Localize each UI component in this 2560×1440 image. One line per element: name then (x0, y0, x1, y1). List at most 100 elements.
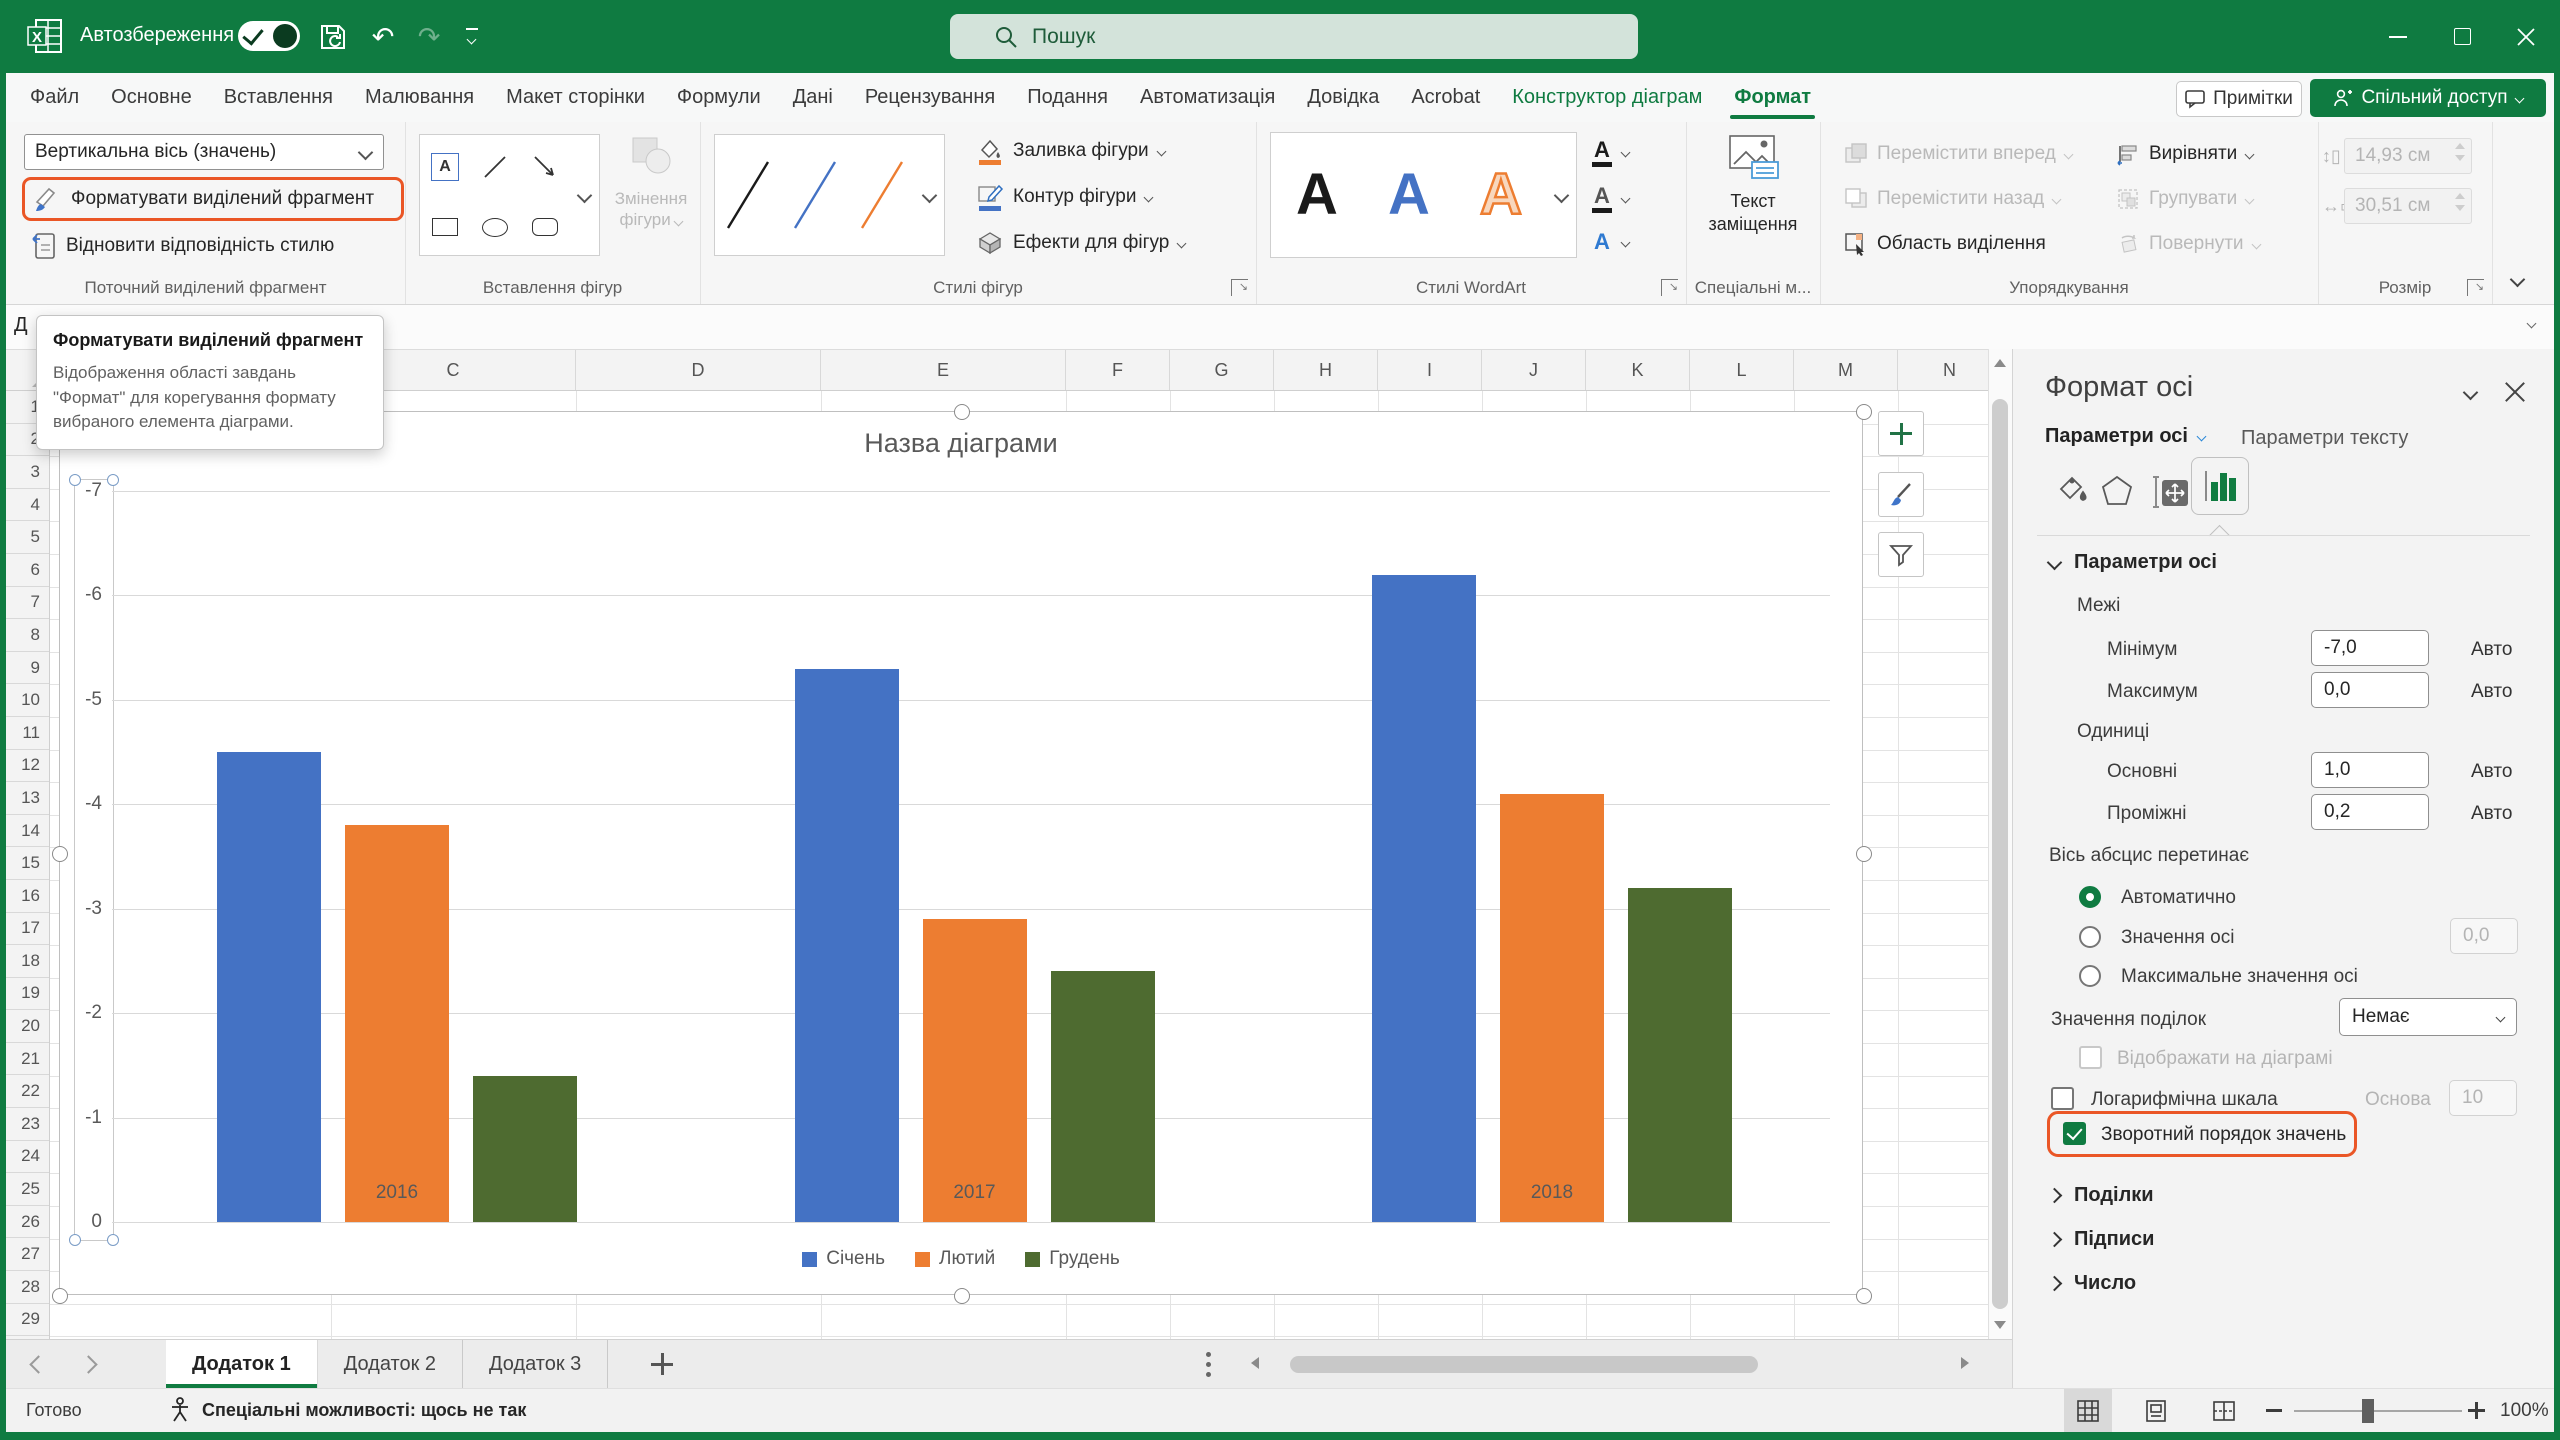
text-fill-button[interactable]: A (1592, 138, 1629, 167)
fill-line-icon[interactable] (2053, 473, 2089, 509)
minor-auto-button[interactable]: Авто (2471, 803, 2512, 825)
search-input[interactable]: Пошук (950, 14, 1638, 59)
major-unit-input[interactable]: 1,0 (2311, 752, 2429, 788)
row-header[interactable]: 17 (6, 913, 49, 946)
column-header[interactable]: M (1794, 349, 1898, 391)
row-header[interactable]: 20 (6, 1010, 49, 1043)
shape-fill-button[interactable]: Заливка фігури (976, 136, 1165, 166)
collapse-ribbon-icon[interactable] (2510, 272, 2526, 288)
ribbon-tab[interactable]: Автоматизація (1124, 73, 1291, 122)
row-header[interactable]: 5 (6, 521, 49, 554)
bar-Лютий-2016[interactable] (345, 825, 449, 1222)
row-header[interactable]: 6 (6, 554, 49, 587)
zoom-out-icon[interactable] (2266, 1409, 2282, 1412)
oval-shape-icon[interactable] (470, 200, 520, 256)
chart-selection-handle[interactable] (954, 1288, 970, 1304)
sheet-menu-icon[interactable] (1206, 1352, 1212, 1382)
chart-styles-button[interactable] (1878, 472, 1924, 517)
alt-text-button[interactable]: Текст заміщення (1686, 134, 1820, 235)
share-button[interactable]: Спільний доступ (2310, 79, 2546, 117)
row-header[interactable]: 19 (6, 978, 49, 1011)
rounded-rectangle-shape-icon[interactable] (520, 200, 570, 256)
bar-Січень-2016[interactable] (217, 752, 321, 1222)
row-header[interactable]: 15 (6, 847, 49, 880)
y-axis-tick-label[interactable]: -7 (60, 480, 102, 502)
zoom-slider-track[interactable] (2294, 1410, 2462, 1412)
undo-icon[interactable]: ↶ (366, 20, 400, 54)
line-style-black[interactable] (715, 135, 782, 255)
page-layout-view-button[interactable] (2132, 1389, 2180, 1432)
section-Поділки[interactable]: Поділки (2049, 1184, 2154, 1207)
column-header[interactable]: K (1586, 349, 1690, 391)
legend-item[interactable]: Лютий (915, 1248, 995, 1270)
ribbon-tab[interactable]: Рецензування (849, 73, 1011, 122)
row-header[interactable]: 29 (6, 1304, 49, 1337)
legend-item[interactable]: Січень (802, 1248, 885, 1270)
column-header[interactable]: D (576, 349, 821, 391)
row-header[interactable]: 10 (6, 684, 49, 717)
chart-selection-handle[interactable] (1856, 1288, 1872, 1304)
column-header[interactable]: L (1690, 349, 1794, 391)
ribbon-tab[interactable]: Подання (1011, 73, 1124, 122)
row-header[interactable]: 8 (6, 619, 49, 652)
ribbon-tab[interactable]: Конструктор діаграм (1496, 73, 1718, 122)
y-axis-tick-label[interactable]: -1 (60, 1107, 102, 1129)
shape-effects-button[interactable]: Ефекти для фігур (976, 228, 1185, 258)
bar-Січень-2017[interactable] (795, 669, 899, 1222)
row-header[interactable]: 9 (6, 652, 49, 685)
column-header[interactable]: N (1898, 349, 1988, 391)
log-scale-checkbox[interactable] (2051, 1087, 2074, 1110)
close-button[interactable] (2494, 0, 2558, 73)
vertical-scrollbar[interactable] (1988, 349, 2012, 1339)
scrollbar-thumb[interactable] (1992, 399, 2008, 1309)
max-input[interactable]: 0,0 (2311, 672, 2429, 708)
section-Число[interactable]: Число (2049, 1272, 2136, 1295)
more-styles-button[interactable] (914, 134, 945, 256)
format-selection-button[interactable]: Форматувати виділений фрагмент (22, 177, 404, 221)
y-axis-tick-label[interactable]: -5 (60, 689, 102, 711)
radio-axis-value[interactable] (2079, 926, 2101, 948)
row-header[interactable]: 13 (6, 782, 49, 815)
min-auto-button[interactable]: Авто (2471, 639, 2512, 661)
chart-selection-handle[interactable] (52, 1288, 68, 1304)
row-header[interactable]: 7 (6, 587, 49, 620)
row-header[interactable]: 12 (6, 750, 49, 783)
max-auto-button[interactable]: Авто (2471, 681, 2512, 703)
column-header[interactable]: E (821, 349, 1066, 391)
column-header[interactable]: I (1378, 349, 1482, 391)
row-header[interactable]: 4 (6, 489, 49, 522)
panel-tab-axis-options[interactable]: Параметри осі (2045, 425, 2205, 448)
sheet-tab[interactable]: Додаток 3 (463, 1340, 608, 1388)
chart-selection-handle[interactable] (52, 846, 68, 862)
panel-tab-text-options[interactable]: Параметри тексту (2241, 427, 2408, 450)
section-Підписи[interactable]: Підписи (2049, 1228, 2154, 1251)
display-units-dropdown[interactable]: Немає (2339, 998, 2517, 1036)
category-label[interactable]: 2016 (327, 1182, 467, 1204)
reset-style-button[interactable]: Відновити відповідність стилю (22, 228, 404, 264)
row-header[interactable]: 25 (6, 1173, 49, 1206)
dialog-launcher-icon[interactable]: ↘ (1231, 279, 1248, 296)
bar-Грудень-2018[interactable] (1628, 888, 1732, 1222)
column-header[interactable]: J (1482, 349, 1586, 391)
arrow-shape-icon[interactable] (520, 135, 570, 200)
align-button[interactable]: Вирівняти (2116, 138, 2253, 170)
panel-close-icon[interactable] (2504, 379, 2526, 401)
row-header[interactable]: 16 (6, 880, 49, 913)
ribbon-tab[interactable]: Формат (1718, 73, 1827, 122)
row-header[interactable]: 24 (6, 1141, 49, 1174)
major-auto-button[interactable]: Авто (2471, 761, 2512, 783)
chart-element-dropdown[interactable]: Вертикальна вісь (значень) (24, 134, 384, 170)
dialog-launcher-icon[interactable]: ↘ (1661, 279, 1678, 296)
ribbon-tab[interactable]: Acrobat (1395, 73, 1496, 122)
radio-automatic[interactable] (2079, 886, 2101, 908)
reverse-order-checkbox[interactable] (2063, 1122, 2086, 1145)
name-box[interactable]: Д (14, 314, 28, 337)
formula-bar-collapse-icon[interactable] (2527, 319, 2537, 329)
chart-filter-button[interactable] (1878, 532, 1924, 577)
more-shapes-button[interactable] (569, 134, 600, 256)
wordart-style-orange[interactable]: A (1480, 166, 1522, 224)
minor-unit-input[interactable]: 0,2 (2311, 794, 2429, 830)
min-input[interactable]: -7,0 (2311, 630, 2429, 666)
row-header[interactable]: 11 (6, 717, 49, 750)
bar-Грудень-2017[interactable] (1051, 971, 1155, 1222)
